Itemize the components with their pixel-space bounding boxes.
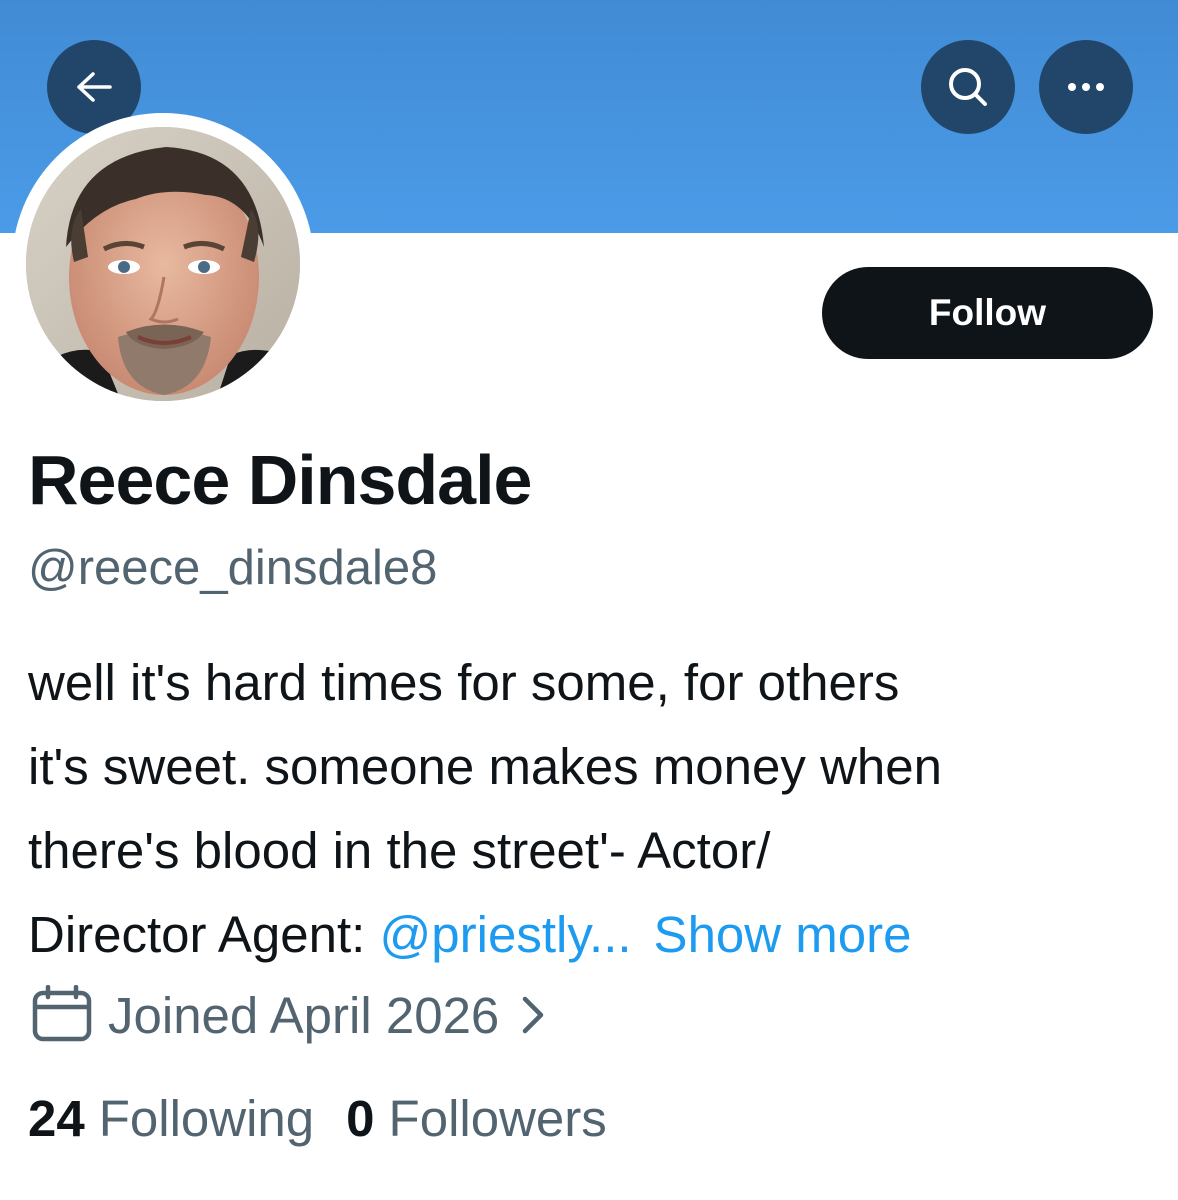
profile-bio: well it's hard times for some, for other… (28, 641, 1158, 977)
arrow-left-icon (77, 72, 112, 102)
avatar[interactable] (26, 127, 300, 401)
joined-date-text: Joined April 2026 (108, 986, 500, 1044)
show-more-link[interactable]: Show more (654, 906, 912, 963)
search-button[interactable] (921, 40, 1015, 134)
user-handle: @reece_dinsdale8 (28, 541, 438, 595)
bio-line: well it's hard times for some, for other… (28, 654, 900, 711)
agent-mention-link[interactable]: @priestly... (380, 906, 632, 963)
more-options-button[interactable] (1039, 40, 1133, 134)
followers-label: Followers (388, 1090, 607, 1147)
profile-page: Follow Reece Dinsdale @reece_dinsdale8 w… (0, 0, 1178, 1200)
follow-button[interactable]: Follow (822, 267, 1153, 359)
following-count: 24 (28, 1090, 85, 1147)
chevron-right-icon (523, 996, 544, 1034)
bio-line-prefix: Director Agent: (28, 906, 380, 963)
more-horizontal-icon (1068, 83, 1104, 91)
followers-stat[interactable]: 0 Followers (346, 1089, 607, 1148)
search-icon (949, 68, 987, 106)
bio-line: Director Agent: @priestly... Show more (28, 893, 1158, 977)
following-stat[interactable]: 24 Following (28, 1089, 314, 1148)
bio-line: it's sweet. someone makes money when (28, 738, 942, 795)
follow-stats: 24 Following 0 Followers (28, 1089, 607, 1148)
joined-date-row[interactable]: Joined April 2026 (30, 985, 545, 1045)
calendar-icon (32, 985, 92, 1042)
followers-count: 0 (346, 1090, 375, 1147)
display-name: Reece Dinsdale (28, 441, 532, 519)
following-label: Following (98, 1090, 315, 1147)
bio-line: there's blood in the street'- Actor/ (28, 822, 771, 879)
avatar-photo (26, 127, 300, 401)
